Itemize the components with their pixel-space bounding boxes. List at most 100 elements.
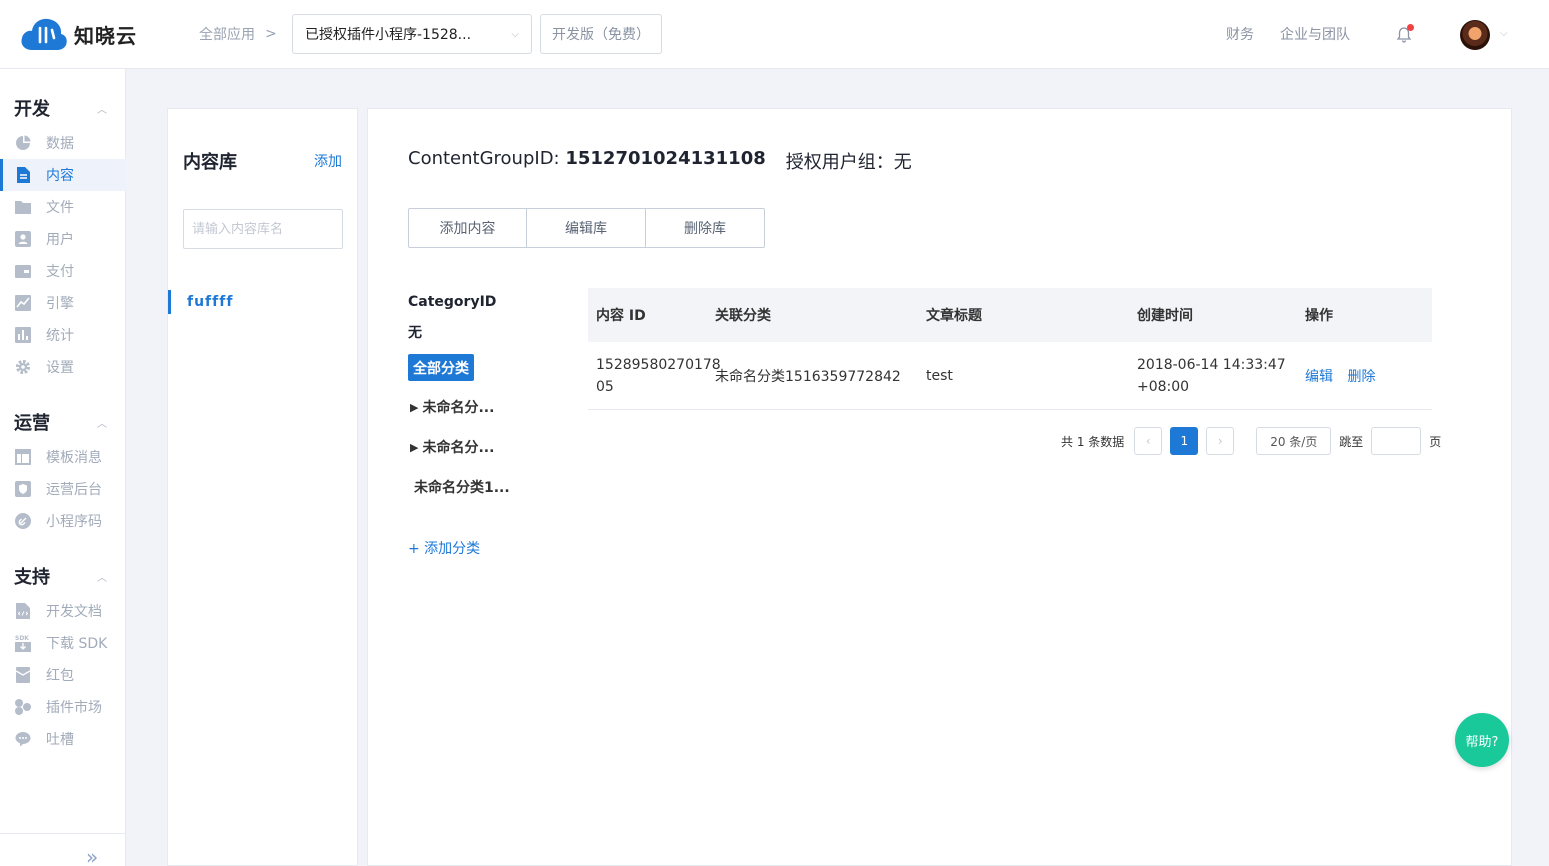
- shield-icon: [14, 480, 32, 498]
- jump-page-input[interactable]: [1371, 427, 1422, 455]
- sidebar-item-feedback[interactable]: 吐槽: [0, 723, 126, 755]
- sidebar-item-stats[interactable]: 统计: [0, 319, 126, 351]
- plugin-icon: [14, 698, 32, 716]
- cloud-logo-icon: [20, 16, 68, 52]
- category-node[interactable]: ▶ 未命名分...: [410, 437, 494, 457]
- auth-group: 授权用户组：无: [785, 152, 912, 173]
- library-item-label: fuffff: [187, 294, 234, 310]
- sidebar-item-dev-docs[interactable]: 开发文档: [0, 595, 126, 627]
- caret-up-icon[interactable]: ︿: [97, 415, 107, 430]
- chat-icon: [14, 730, 32, 748]
- table-row: 15289580270178 05 未命名分类1516359772842 tes…: [588, 342, 1432, 410]
- cell-title: test: [926, 367, 953, 384]
- prev-page-button[interactable]: ‹: [1134, 427, 1163, 455]
- chevron-down-icon[interactable]: ⌵: [1500, 28, 1508, 39]
- plan-button[interactable]: 开发版（免费）: [540, 14, 662, 54]
- template-icon: [14, 448, 32, 466]
- sidebar-item-data[interactable]: 数据: [0, 127, 126, 159]
- created-time-line2: +08:00: [1137, 378, 1190, 395]
- sidebar-item-label: 数据: [46, 136, 74, 152]
- chevron-down-icon: ⌵: [511, 28, 519, 40]
- created-time-line1: 2018-06-14 14:33:47: [1137, 356, 1286, 373]
- content-id-line1: 15289580270178: [596, 356, 721, 373]
- finance-link[interactable]: 财务: [1226, 24, 1254, 44]
- group-id-value: 1512701024131108: [565, 148, 766, 169]
- red-packet-icon: [14, 666, 32, 684]
- sidebar-item-label: 引擎: [46, 296, 74, 312]
- col-content-id: 内容 ID: [596, 308, 646, 324]
- sidebar-divider: [0, 833, 126, 834]
- page-title: ContentGroupID: 1512701024131108 授权用户组：无: [408, 148, 912, 174]
- delete-library-button[interactable]: 删除库: [646, 208, 765, 248]
- add-content-button[interactable]: 添加内容: [408, 208, 527, 248]
- library-title: 内容库: [183, 152, 237, 173]
- sidebar-item-users[interactable]: 用户: [0, 223, 126, 255]
- team-link[interactable]: 企业与团队: [1280, 24, 1350, 44]
- page-unit-label: 页: [1429, 434, 1442, 449]
- next-page-button[interactable]: ›: [1206, 427, 1235, 455]
- pagination: 共 1 条数据 ‹ 1 › 20 条/页 跳至 页: [1061, 427, 1441, 455]
- cell-category: 未命名分类1516359772842: [715, 368, 901, 385]
- category-node-label: 未命名分...: [422, 440, 495, 456]
- category-node[interactable]: ▶ 未命名分...: [410, 397, 494, 417]
- cell-content-id: 15289580270178 05: [588, 354, 721, 398]
- sidebar-item-label: 插件市场: [46, 700, 102, 716]
- add-library-link[interactable]: 添加: [314, 151, 342, 171]
- help-button[interactable]: 帮助?: [1455, 713, 1509, 767]
- caret-up-icon[interactable]: ︿: [97, 101, 107, 116]
- sidebar-item-plugin-market[interactable]: 插件市场: [0, 691, 126, 723]
- page-size-select[interactable]: 20 条/页: [1256, 427, 1332, 455]
- sidebar-item-label: 小程序码: [46, 514, 102, 530]
- sidebar-item-sdk[interactable]: SDK 下载 SDK: [0, 627, 126, 659]
- code-doc-icon: [14, 602, 32, 620]
- logo[interactable]: 知晓云: [20, 16, 137, 52]
- breadcrumb[interactable]: 全部应用 >: [199, 24, 277, 44]
- category-node-label: 未命名分类1...: [414, 480, 510, 496]
- col-category: 关联分类: [715, 308, 771, 324]
- sidebar-item-label: 模板消息: [46, 450, 102, 466]
- sidebar-item-label: 运营后台: [46, 482, 102, 498]
- sidebar-item-label: 开发文档: [46, 604, 102, 620]
- delete-content-link[interactable]: 删除: [1347, 369, 1375, 385]
- library-item[interactable]: fuffff: [168, 290, 359, 314]
- category-node-label: 未命名分...: [422, 400, 495, 416]
- double-chevron-right-icon[interactable]: »: [86, 845, 98, 866]
- sidebar-item-template-msg[interactable]: 模板消息: [0, 441, 126, 473]
- category-node[interactable]: 未命名分类1...: [414, 477, 510, 497]
- breadcrumb-all-apps[interactable]: 全部应用: [199, 24, 255, 44]
- caret-right-icon[interactable]: ▶: [410, 441, 418, 454]
- sidebar-item-red-packet[interactable]: 红包: [0, 659, 126, 691]
- avatar[interactable]: [1460, 20, 1490, 50]
- sidebar-item-payment[interactable]: 支付: [0, 255, 126, 287]
- sidebar: 开发 ︿ 数据 内容 文件 用户 支付 引擎 统计 设置 运营 ︿ 模板消息 运…: [0, 69, 126, 866]
- section-title-dev: 开发: [14, 99, 50, 120]
- library-search-input[interactable]: [183, 209, 343, 249]
- content-panel: ContentGroupID: 1512701024131108 授权用户组：无…: [367, 108, 1512, 866]
- sidebar-item-qrcode[interactable]: 小程序码: [0, 505, 126, 537]
- sidebar-item-ops-backend[interactable]: 运营后台: [0, 473, 126, 505]
- edit-content-link[interactable]: 编辑: [1305, 369, 1333, 385]
- caret-up-icon[interactable]: ︿: [97, 569, 107, 584]
- app-select[interactable]: 已授权插件小程序-1528... ⌵: [292, 14, 532, 54]
- sidebar-item-settings[interactable]: 设置: [0, 351, 126, 383]
- sidebar-item-content[interactable]: 内容: [0, 159, 126, 191]
- total-count: 共 1 条数据: [1061, 434, 1125, 449]
- folder-icon: [14, 198, 32, 216]
- document-icon: [14, 166, 32, 184]
- section-title-support: 支持: [14, 567, 50, 588]
- category-all[interactable]: 全部分类: [408, 354, 474, 381]
- sidebar-item-label: 内容: [46, 168, 74, 184]
- caret-right-icon[interactable]: ▶: [410, 401, 418, 414]
- col-title: 文章标题: [926, 308, 982, 324]
- edit-library-button[interactable]: 编辑库: [527, 208, 646, 248]
- page-size-value: 20 条/页: [1270, 434, 1318, 449]
- page-1-button[interactable]: 1: [1170, 427, 1199, 455]
- trend-icon: [14, 294, 32, 312]
- pie-chart-icon: [14, 134, 32, 152]
- sidebar-item-files[interactable]: 文件: [0, 191, 126, 223]
- sidebar-item-label: 红包: [46, 668, 74, 684]
- add-category-link[interactable]: + 添加分类: [408, 538, 480, 558]
- sidebar-item-engine[interactable]: 引擎: [0, 287, 126, 319]
- sidebar-item-label: 统计: [46, 328, 74, 344]
- notification-dot: [1407, 24, 1414, 31]
